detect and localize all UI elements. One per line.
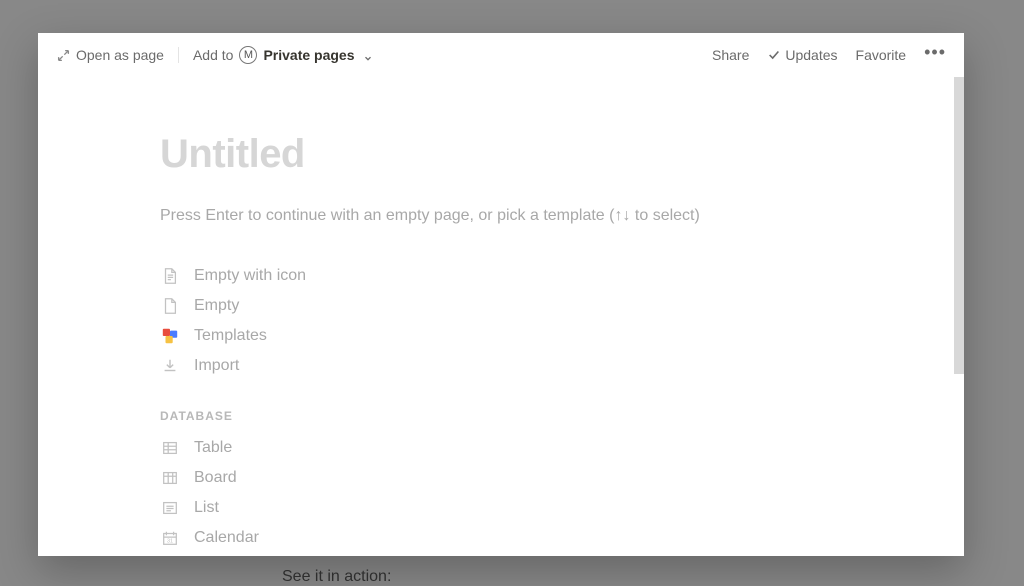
board-icon (160, 468, 180, 488)
content: Untitled Press Enter to continue with an… (38, 77, 964, 556)
option-label: Import (194, 357, 239, 375)
database-header: DATABASE (160, 409, 842, 423)
add-to-label: Add to (193, 47, 233, 63)
topbar-right: Share Updates Favorite ••• (712, 43, 946, 67)
share-button[interactable]: Share (712, 47, 749, 63)
topbar-left: Open as page Add to M Private pages (56, 46, 373, 64)
calendar-icon: 31 (160, 528, 180, 548)
more-menu-button[interactable]: ••• (924, 43, 946, 67)
updates-button[interactable]: Updates (767, 47, 837, 63)
import-icon (160, 356, 180, 376)
option-templates[interactable]: Templates (160, 321, 842, 351)
option-label: Calendar (194, 529, 259, 547)
page-icon (160, 296, 180, 316)
option-label: Table (194, 439, 232, 457)
template-hint: Press Enter to continue with an empty pa… (160, 207, 842, 225)
workspace-badge: M (239, 46, 257, 64)
option-label: Templates (194, 327, 267, 345)
favorite-button[interactable]: Favorite (856, 47, 907, 63)
option-empty[interactable]: Empty (160, 291, 842, 321)
open-as-page-label: Open as page (76, 47, 164, 63)
open-as-page-button[interactable]: Open as page (56, 47, 179, 63)
chevron-down-icon (363, 50, 373, 60)
page-with-lines-icon (160, 266, 180, 286)
database-list: Table Board (160, 433, 842, 553)
table-icon (160, 438, 180, 458)
option-label: Board (194, 469, 237, 487)
scrollbar-thumb[interactable] (954, 77, 964, 374)
content-scroll: Untitled Press Enter to continue with an… (38, 77, 964, 556)
option-label: Empty with icon (194, 267, 306, 285)
database-option-list[interactable]: List (160, 493, 842, 523)
option-import[interactable]: Import (160, 351, 842, 381)
scrollbar[interactable] (954, 77, 964, 556)
svg-text:31: 31 (167, 539, 173, 545)
page-title[interactable]: Untitled (160, 132, 842, 177)
background-text: See it in action: (282, 568, 391, 586)
expand-icon (56, 48, 70, 62)
option-label: List (194, 499, 219, 517)
check-icon (767, 48, 781, 62)
updates-label: Updates (785, 47, 837, 63)
option-empty-with-icon[interactable]: Empty with icon (160, 261, 842, 291)
option-label: Empty (194, 297, 239, 315)
add-to-dropdown[interactable]: Add to M Private pages (179, 46, 373, 64)
page-modal: Open as page Add to M Private pages Shar… (38, 33, 964, 556)
database-option-board[interactable]: Board (160, 463, 842, 493)
templates-icon (160, 326, 180, 346)
topbar: Open as page Add to M Private pages Shar… (38, 33, 964, 77)
database-option-table[interactable]: Table (160, 433, 842, 463)
list-icon (160, 498, 180, 518)
destination-label: Private pages (263, 47, 354, 63)
options-list: Empty with icon Empty (160, 261, 842, 381)
database-option-calendar[interactable]: 31 Calendar (160, 523, 842, 553)
